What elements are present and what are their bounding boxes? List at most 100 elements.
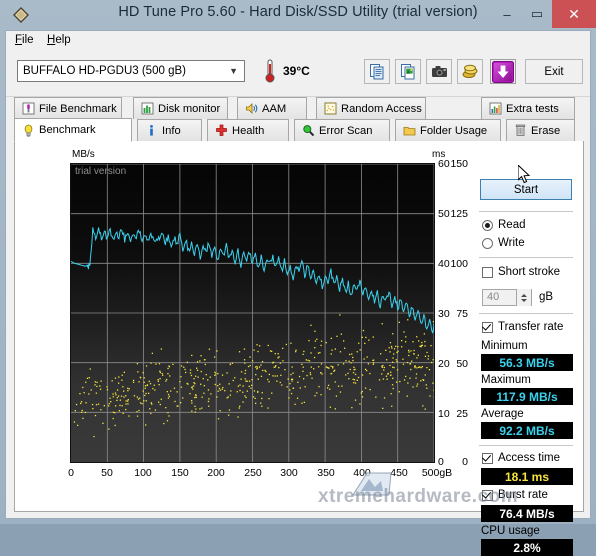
info-icon [145,124,158,137]
minimize-button[interactable]: – [492,0,522,28]
maximum-value-box: 117.9 MB/s [481,388,573,405]
minimum-label: Minimum [481,340,528,352]
y2-tick: 50 [438,208,450,220]
x-tick: 300 [280,467,298,479]
x-tick: 250 [244,467,262,479]
divider [479,445,573,446]
maximum-label: Maximum [481,374,531,386]
tab-random-access[interactable]: Random Access [316,97,426,119]
coins-icon[interactable] [457,59,483,84]
checkbox-icon [482,489,493,501]
copy-text-icon[interactable] [364,59,390,84]
average-value-box: 92.2 MB/s [481,422,573,439]
divider [479,313,573,314]
title-bar: HD Tune Pro 5.60 - Hard Disk/SSD Utility… [0,0,596,30]
download-arrow-icon[interactable] [490,59,516,84]
thermometer-icon [262,58,278,84]
temperature-value: 39°C [283,64,310,78]
short-stroke-size-input[interactable]: 40 [482,289,532,306]
cpu-usage-label: CPU usage [481,525,540,537]
checkbox-icon [482,452,493,464]
x-tick: 150 [171,467,189,479]
tab-disk-monitor[interactable]: Disk monitor [133,97,228,119]
minimum-value: 56.3 MB/s [499,355,555,370]
maximum-value: 117.9 MB/s [496,389,558,404]
drive-select-value: BUFFALO HD-PGDU3 (500 gB) [23,65,186,77]
tab-label: Health [232,124,265,137]
x-tick: 500gB [421,467,453,479]
checkbox-transfer-rate[interactable]: Transfer rate [482,321,563,333]
dots-icon [324,102,337,115]
tab-benchmark[interactable]: Benchmark [14,118,132,142]
tab-info[interactable]: Info [137,119,202,141]
short-stroke-unit-label: gB [539,291,554,303]
access-time-value-box: 18.1 ms [481,468,573,485]
tab-row-upper: File Benchmark Disk monitor AAM Random A… [6,97,590,119]
x-tick: 450 [390,467,408,479]
access-time-value: 18.1 ms [504,469,550,484]
maximize-button[interactable]: ▭ [522,0,552,28]
y2-tick: 60 [438,158,450,170]
checkbox-access-time[interactable]: Access time [482,452,560,464]
control-sidebar: Start Read Write Short stroke 40 gB Tran… [477,149,577,556]
y2-tick: 40 [438,258,450,270]
spinner-arrows[interactable] [516,289,531,306]
window-buttons: – ▭ ✕ [492,0,596,30]
tab-extra-tests[interactable]: Extra tests [481,97,575,119]
tab-erase[interactable]: Erase [506,119,575,141]
x-tick: 350 [317,467,335,479]
mouse-cursor [517,163,532,185]
menu-item-file[interactable]: File [15,34,34,46]
red-cross-icon [215,124,228,137]
tab-aam[interactable]: AAM [237,97,307,119]
radio-read[interactable]: Read [482,219,526,231]
benchmark-panel: MB/s ms 150 125 100 75 50 25 0 60 50 40 … [14,141,584,556]
app-window: HD Tune Pro 5.60 - Hard Disk/SSD Utility… [0,0,596,556]
cpu-usage-value-box: 2.8% [481,539,573,556]
tab-error-scan[interactable]: Error Scan [294,119,390,141]
tab-label: Extra tests [506,102,559,115]
average-label: Average [481,408,524,420]
y2-tick: 30 [438,308,450,320]
tab-health[interactable]: Health [207,119,289,141]
tab-label: Erase [531,124,561,137]
flask-icon [22,102,35,115]
menu-bar: File Help [6,31,590,51]
tab-file-benchmark[interactable]: File Benchmark [14,97,122,119]
checkbox-icon [482,321,493,333]
burst-rate-value-box: 76.4 MB/s [481,505,573,522]
cpu-usage-value: 2.8% [513,540,541,555]
radio-read-icon [482,219,493,231]
tab-label: Info [162,124,181,137]
drive-select[interactable]: BUFFALO HD-PGDU3 (500 gB) ▼ [17,60,245,82]
close-button[interactable]: ✕ [552,0,596,28]
short-stroke-label: Short stroke [498,266,560,278]
x-tick: 50 [101,467,113,479]
y2-tick: 20 [438,358,450,370]
radio-write[interactable]: Write [482,237,525,249]
radio-read-label: Read [498,219,526,231]
access-time-label: Access time [498,452,560,464]
plot-svg [71,164,434,462]
copy-image-icon[interactable] [395,59,421,84]
tab-label: Random Access [341,102,422,115]
x-tick: 0 [68,467,74,479]
tab-label: Disk monitor [158,102,221,115]
tab-folder-usage[interactable]: Folder Usage [395,119,501,141]
x-tick: 100 [134,467,152,479]
checkbox-short-stroke[interactable]: Short stroke [482,266,560,278]
camera-icon[interactable] [426,59,452,84]
exit-button[interactable]: Exit [525,59,583,84]
y-axis-unit: MB/s [72,149,95,160]
tab-label: Folder Usage [420,124,488,137]
radio-write-icon [482,237,493,249]
bulb-icon [22,124,35,137]
checkbox-icon [482,266,493,278]
speaker-icon [245,102,258,115]
checkbox-burst-rate[interactable]: Burst rate [482,489,548,501]
divider [479,211,573,212]
tab-row-lower: Benchmark Info Health Error Scan Folder … [6,118,590,142]
y2-tick: 10 [438,408,450,420]
menu-item-help[interactable]: Help [47,34,71,46]
plot-area: trial version [70,163,435,463]
